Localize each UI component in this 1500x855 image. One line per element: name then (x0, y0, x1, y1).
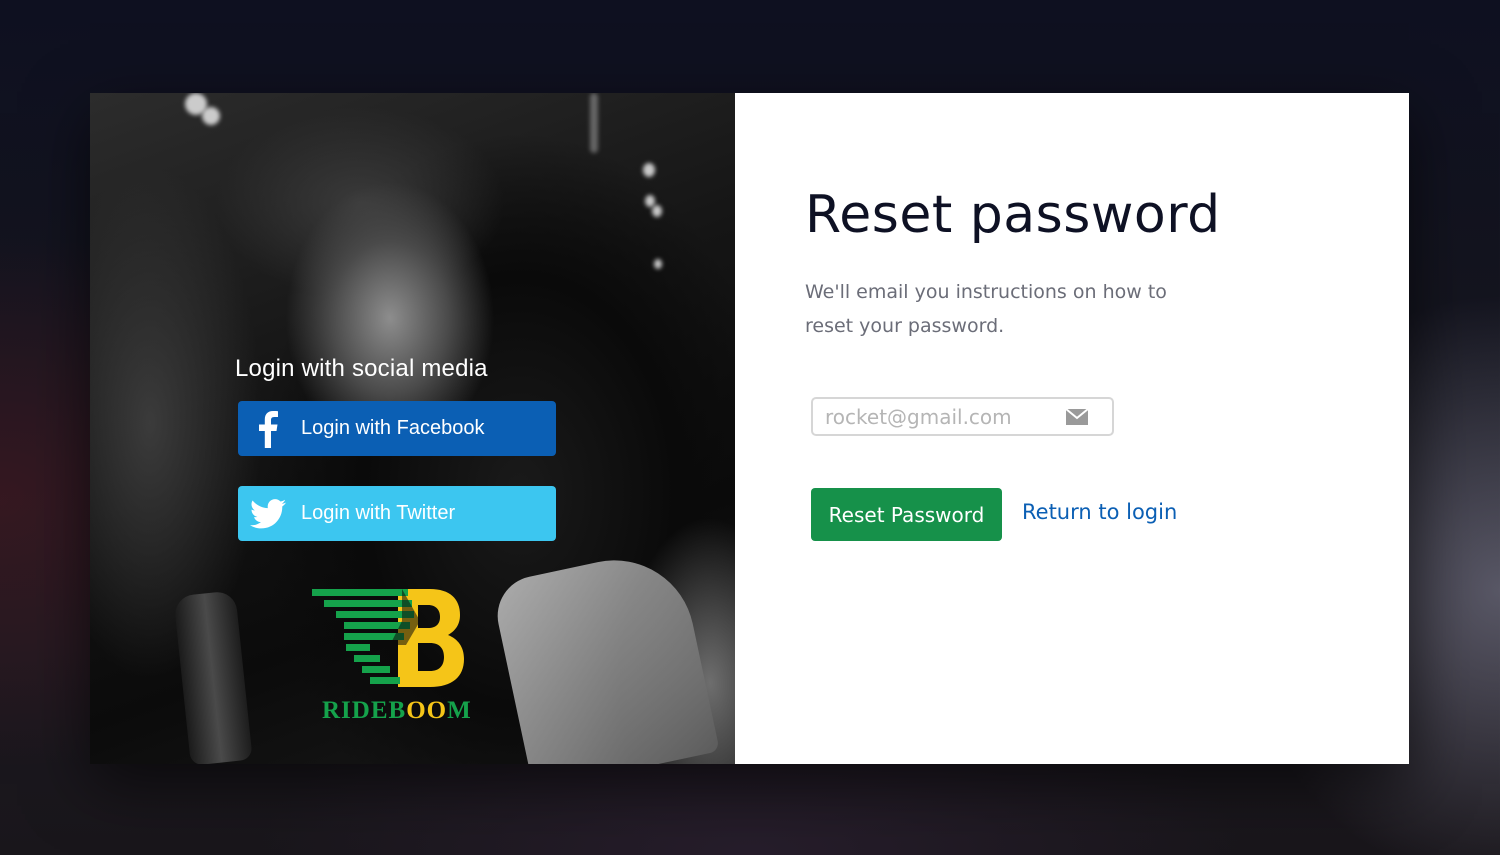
login-facebook-button[interactable]: Login with Facebook (238, 401, 556, 456)
facebook-icon (238, 401, 298, 456)
email-input[interactable] (825, 399, 1055, 434)
instructions-text: We'll email you instructions on how to r… (805, 281, 1167, 337)
return-to-login-link[interactable]: Return to login (1022, 500, 1177, 524)
reset-password-card: Login with social media Login with Faceb… (90, 93, 1409, 764)
reset-password-button[interactable]: Reset Password (811, 488, 1002, 541)
login-twitter-label: Login with Twitter (301, 502, 456, 524)
background-photo: Login with social media Login with Faceb… (90, 93, 735, 764)
twitter-icon (238, 486, 298, 541)
page-title: Reset password (805, 185, 1221, 245)
rideboom-wordmark: RIDEBOOM (322, 697, 472, 724)
login-twitter-button[interactable]: Login with Twitter (238, 486, 556, 541)
email-field[interactable] (811, 397, 1114, 436)
social-login-heading: Login with social media (235, 355, 488, 382)
envelope-icon (1065, 408, 1089, 425)
reset-password-form: Reset password We'll email you instructi… (735, 93, 1409, 764)
login-facebook-label: Login with Facebook (301, 417, 485, 439)
